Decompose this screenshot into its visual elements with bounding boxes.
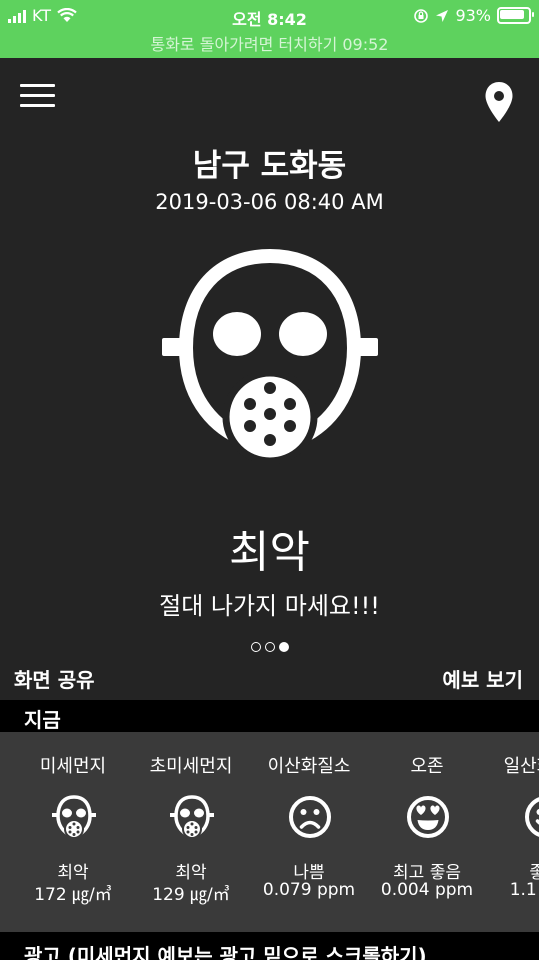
forecast-button[interactable]: 예보 보기 — [442, 664, 523, 693]
now-section-header: 지금 — [0, 700, 539, 732]
call-banner[interactable]: 통화로 돌아가려면 터치하기 09:52 — [0, 31, 539, 55]
menu-button[interactable] — [20, 82, 56, 110]
gas-mask-icon — [52, 795, 96, 839]
air-quality-grade: 최악 — [229, 527, 310, 578]
page-dot[interactable] — [264, 642, 275, 652]
battery-percent: 93% — [455, 6, 491, 25]
location-title: 남구 도화동 — [192, 148, 347, 184]
pollutant-name: 미세먼지 — [39, 756, 107, 777]
ad-text[interactable]: 광고 (미세먼지 예보는 광고 밑으로 스크롤하기) — [24, 940, 427, 960]
page-dot-active[interactable] — [278, 642, 289, 652]
gas-mask-icon — [170, 795, 214, 839]
pollutant-name: 오존 — [410, 756, 444, 777]
battery-icon — [497, 7, 534, 24]
location-pin-icon — [485, 82, 513, 122]
pollutant-item-pm10[interactable]: 미세먼지 최악 172 ㎍/㎥ — [13, 732, 133, 932]
heart-eyes-face-icon — [407, 796, 449, 838]
pollutant-value: 129 ㎍/㎥ — [152, 885, 230, 905]
page-indicator[interactable] — [0, 642, 539, 652]
smile-face-icon — [525, 797, 539, 837]
now-label: 지금 — [24, 708, 61, 732]
location-pin-button[interactable] — [483, 80, 515, 124]
page-dot[interactable] — [250, 642, 261, 652]
measure-datetime: 2019-03-06 08:40 AM — [155, 190, 384, 214]
pollutant-item-no2[interactable]: 이산화질소 나쁨 0.079 ppm — [249, 732, 369, 932]
gas-mask-icon — [162, 248, 378, 465]
pollutant-scroller[interactable]: 미세먼지 최악 172 ㎍/㎥ 초미세먼지 최악 129 ㎍/㎥ 이산화질소 나… — [0, 732, 539, 932]
status-bar[interactable]: KT 오전 8:42 93% 통화로 돌아가려면 터치하기 09:52 — [0, 0, 539, 58]
sad-face-icon — [289, 796, 331, 838]
pollutant-name: 초미세먼지 — [149, 756, 233, 777]
air-quality-message: 절대 나가지 마세요!!! — [159, 592, 380, 620]
pollutant-value: 0.004 ppm — [380, 880, 474, 900]
pollutant-value: 172 ㎍/㎥ — [34, 885, 112, 905]
pollutant-item-ozone[interactable]: 오존 최고 좋음 0.004 ppm — [367, 732, 487, 932]
pollutant-item-pm25[interactable]: 초미세먼지 최악 129 ㎍/㎥ — [131, 732, 251, 932]
pollutant-value: 1.1 ppm — [509, 880, 539, 900]
orientation-lock-icon — [414, 8, 429, 23]
pollutant-item-co[interactable]: 일산화탄소 좋음 1.1 ppm — [485, 732, 539, 932]
pollutant-value: 0.079 ppm — [262, 880, 356, 900]
pollutant-name: 일산화탄소 — [503, 756, 539, 777]
location-arrow-icon — [436, 9, 449, 22]
status-right: 93% — [413, 6, 534, 25]
share-screen-button[interactable]: 화면 공유 — [14, 664, 95, 693]
ad-banner[interactable]: 광고 (미세먼지 예보는 광고 밑으로 스크롤하기) — [0, 932, 539, 960]
pollutant-name: 이산화질소 — [267, 756, 351, 777]
